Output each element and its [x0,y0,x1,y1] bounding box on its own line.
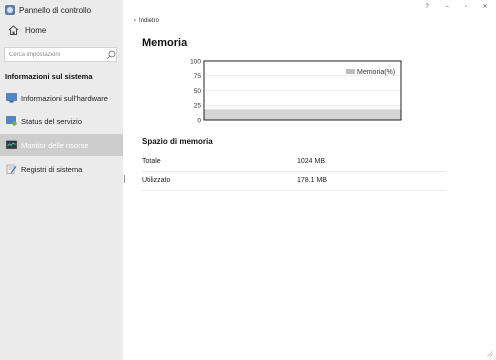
memory-row-used: Utilizzato 178.1 MB [142,172,446,191]
resize-grip-icon[interactable] [487,351,493,357]
sidebar-item-home[interactable]: Home [0,20,123,40]
memory-row-value: 178.1 MB [297,177,327,184]
sidebar-item-label: Informazioni sull'hardware [21,93,108,103]
section-title: Informazioni sul sistema [5,72,93,81]
sidebar-item-label: Registri di sistema [21,164,83,174]
app-title-label: Pannello di controllo [19,5,92,15]
sidebar-item-resource-monitor[interactable]: Monitor delle risorse [0,134,123,156]
help-button[interactable]: ? [420,2,434,12]
app-title: Pannello di controllo [5,3,91,17]
search-box[interactable] [4,47,117,62]
y-tick-label: 0 [197,117,201,124]
back-button[interactable]: ‹ Indietro [134,18,159,24]
memory-row-key: Utilizzato [142,177,171,184]
sidebar-item-label: Status del servizio [21,116,82,126]
legend-label: Memoria(%) [357,69,395,76]
back-label: Indietro [139,18,160,24]
y-tick-label: 25 [194,103,202,110]
y-tick-label: 75 [194,73,202,80]
maximize-button[interactable]: ▫ [459,2,473,12]
legend-swatch [346,69,355,74]
sidebar-item-label: Home [25,25,47,35]
sidebar-item-system-logs[interactable]: Registri di sistema [0,158,123,180]
chart-legend: Memoria(%) [346,69,395,76]
sidebar-item-service-status[interactable]: Status del servizio [0,110,123,132]
search-icon[interactable] [106,50,116,60]
log-icon [6,164,17,174]
page-title: Memoria [142,37,188,49]
chart-series-area [203,109,402,121]
sidebar-item-hardware[interactable]: Informazioni sull'hardware [0,87,123,109]
chevron-left-icon: ‹ [134,18,136,24]
close-button[interactable]: ✕ [478,2,492,12]
minimize-button[interactable]: – [440,2,454,12]
y-tick-label: 100 [190,58,201,65]
pane-divider-handle[interactable] [124,175,125,183]
resource-monitor-icon [6,140,17,150]
home-icon [8,25,19,35]
y-axis-ticks: 0 25 50 75 100 [190,58,201,124]
memory-row-key: Totale [142,158,161,165]
memory-row-value: 1024 MB [297,158,326,165]
chart-grid [204,75,401,106]
memory-row-total: Totale 1024 MB [142,153,446,172]
search-input[interactable] [5,48,105,61]
control-panel-icon [5,5,15,15]
y-tick-label: 50 [194,88,202,95]
service-icon [6,116,17,126]
sidebar: Pannello di controllo Home Informazioni … [0,0,123,360]
sidebar-item-label: Monitor delle risorse [21,140,89,150]
memory-chart: 0 25 50 75 100 Memoria(%) [190,58,402,124]
monitor-icon [6,93,17,103]
memory-section-title: Spazio di memoria [142,137,213,146]
